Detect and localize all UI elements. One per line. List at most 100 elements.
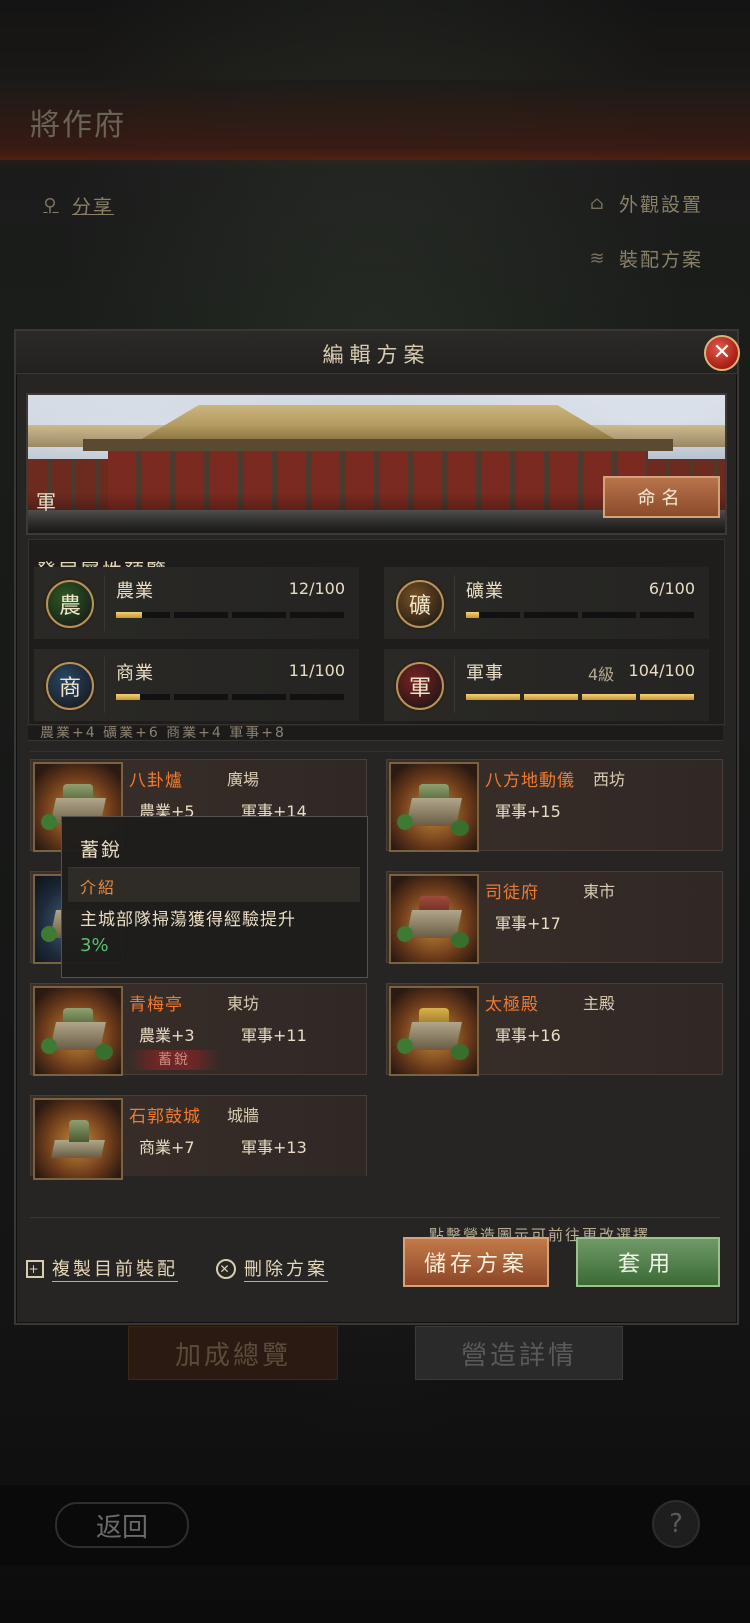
copy-icon: + [26,1259,44,1278]
commerce-icon: 商 [46,662,94,710]
building-location: 主殿 [583,994,616,1013]
building-thumbnail[interactable] [33,1098,123,1180]
appearance-settings-button[interactable]: ⌂ 外觀設置 [585,190,703,217]
stat-name: 商業 [116,663,154,684]
progress-segment [116,694,170,700]
stat-value: 6/100 [648,579,695,598]
progress-segment [466,612,520,618]
stat-name: 農業 [116,581,154,602]
progress-segment [232,694,286,700]
save-plan-button[interactable]: 儲存方案 [403,1237,549,1287]
plan-name: 軍 [36,490,56,514]
building-card[interactable]: 石郭鼓城 城牆 商業+7 軍事+13 [30,1095,367,1180]
page-title: 將作府 [30,108,126,143]
building-thumbnail[interactable] [389,986,479,1076]
effect-tag: 蓄銳 [129,1050,219,1070]
progress-segment [290,694,344,700]
stat-progress-bar [116,612,344,618]
building-name: 八方地動儀 [485,771,575,791]
building-bonus: 軍事+11 [241,1026,307,1045]
building-bonus: 商業+7 [139,1138,195,1157]
help-button[interactable]: ? [652,1500,700,1548]
copy-loadout-label: 複製目前裝配 [52,1255,178,1282]
tooltip-title: 蓄銳 [80,839,123,861]
stat-progress-bar [116,694,344,700]
layers-icon: ≋ [589,247,607,269]
stat-value: 104/100 [628,661,695,680]
divider [30,751,720,752]
loadout-plan-label: 裝配方案 [619,249,704,271]
progress-segment [466,694,520,700]
copy-loadout-button[interactable]: + 複製目前裝配 [26,1255,178,1282]
divider [30,1217,720,1218]
building-icon: ⌂ [590,192,606,214]
effect-tooltip: 蓄銳 介紹 主城部隊掃蕩獲得經驗提升 3% [61,816,368,978]
mining-icon: 礦 [396,580,444,628]
progress-segment [232,612,286,618]
building-location: 西坊 [593,770,626,789]
progress-segment [582,694,636,700]
building-card[interactable]: 青梅亭 東坊 農業+3 軍事+11 蓄銳 [30,983,367,1076]
stat-progress-bar [466,612,694,618]
building-bonus: 軍事+16 [495,1026,561,1045]
stat-commerce: 商 商業 11/100 [34,649,359,721]
share-button[interactable]: ⚲ 分享 [38,192,114,219]
tooltip-description: 主城部隊掃蕩獲得經驗提升 [80,910,296,930]
dialog-title: 編輯方案 [322,343,431,367]
apply-button[interactable]: 套用 [576,1237,720,1287]
agriculture-icon: 農 [46,580,94,628]
building-card[interactable]: 太極殿 主殿 軍事+16 [386,983,723,1076]
delete-plan-label: 刪除方案 [244,1255,328,1282]
construction-detail-button[interactable]: 營造詳情 [415,1326,623,1380]
building-location: 廣場 [227,770,260,789]
delete-plan-button[interactable]: ✕ 刪除方案 [216,1255,328,1282]
building-name: 青梅亭 [129,995,183,1015]
building-card[interactable]: 司徒府 東市 軍事+17 [386,871,723,964]
stat-military: 軍 軍事 4級 104/100 [384,649,709,721]
building-name: 司徒府 [485,883,539,903]
loadout-plan-button[interactable]: ≋ 裝配方案 [585,245,703,272]
stat-level: 4級 [588,665,615,684]
bonus-overview-button[interactable]: 加成總覽 [128,1326,338,1380]
stat-mining: 礦 礦業 6/100 [384,567,709,639]
stat-name: 軍事 [466,663,504,684]
back-button[interactable]: 返回 [55,1502,189,1548]
building-location: 東市 [583,882,616,901]
progress-segment [524,612,578,618]
building-thumbnail[interactable] [389,762,479,852]
building-thumbnail[interactable] [389,874,479,964]
stat-agriculture: 農 農業 12/100 [34,567,359,639]
progress-segment [524,694,578,700]
rename-button[interactable]: 命名 [603,476,720,518]
building-thumbnail[interactable] [33,986,123,1076]
share-label: 分享 [72,196,115,218]
progress-segment [640,694,694,700]
building-bonus: 農業+3 [139,1026,195,1045]
stat-summary-row: 農業+4 礦業+6 商業+4 軍事+8 [28,726,723,741]
edit-plan-dialog: 編輯方案 ✕ 軍 命名 發展屬性預覽 農 農業 12/100 礦 礦業 6/10… [14,329,740,1325]
progress-segment [640,612,694,618]
tooltip-value: 3% [80,935,109,956]
building-bonus: 軍事+15 [495,802,561,821]
building-bonus: 軍事+17 [495,914,561,933]
building-name: 八卦爐 [129,771,183,791]
building-name: 太極殿 [485,995,539,1015]
building-card[interactable]: 八方地動儀 西坊 軍事+15 [386,759,723,852]
building-name: 石郭鼓城 [129,1107,201,1127]
stat-value: 11/100 [288,661,345,680]
building-bonus: 軍事+13 [241,1138,307,1157]
building-location: 東坊 [227,994,260,1013]
appearance-settings-label: 外觀設置 [619,194,704,216]
building-location: 城牆 [227,1106,260,1125]
delete-icon: ✕ [216,1258,236,1279]
stat-name: 礦業 [466,581,504,602]
stat-value: 12/100 [288,579,345,598]
progress-segment [174,694,228,700]
progress-segment [290,612,344,618]
progress-segment [174,612,228,618]
progress-segment [582,612,636,618]
progress-segment [116,612,170,618]
stat-progress-bar [466,694,694,700]
military-icon: 軍 [396,662,444,710]
close-button[interactable]: ✕ [704,335,740,371]
